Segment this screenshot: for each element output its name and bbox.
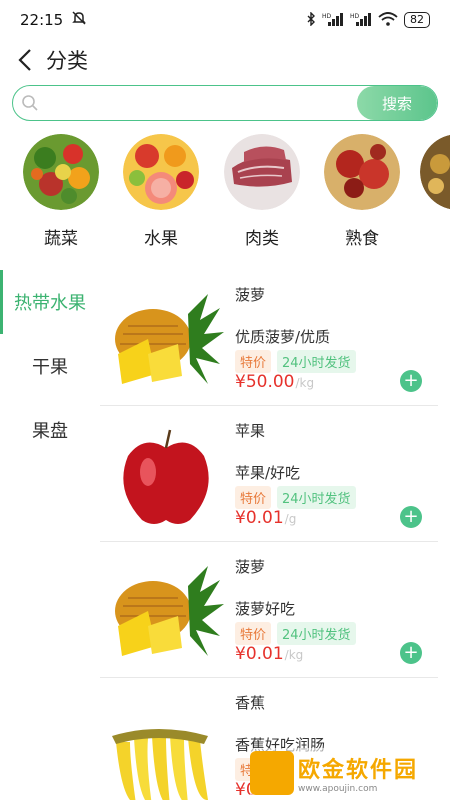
- side-nav-label: 果盘: [32, 421, 68, 442]
- special-price-tag: 特价: [235, 486, 272, 509]
- product-item[interactable]: 菠萝 优质菠萝/优质 特价 24小时发货 ¥50.00 /kg +: [100, 270, 438, 406]
- product-name: 苹果: [235, 422, 266, 440]
- bluetooth-icon: [306, 10, 316, 29]
- side-nav-label: 热带水果: [14, 293, 86, 314]
- product-item[interactable]: 苹果 苹果/好吃 特价 24小时发货 ¥0.01 /g +: [100, 406, 438, 542]
- more-category-image: [420, 134, 450, 210]
- product-price: ¥50.00: [235, 372, 295, 392]
- special-price-tag: 特价: [235, 350, 272, 373]
- product-description: 优质菠萝/优质: [235, 328, 331, 346]
- category-label: 肉类: [245, 229, 279, 249]
- side-nav-label: 干果: [32, 357, 68, 378]
- search-input[interactable]: [47, 86, 357, 120]
- product-name: 菠萝: [235, 286, 266, 304]
- product-unit: /g: [284, 512, 297, 526]
- page-title: 分类: [46, 49, 88, 73]
- product-item[interactable]: 菠萝 菠萝好吃 特价 24小时发货 ¥0.01 /kg +: [100, 542, 438, 678]
- status-bar: 22:15 HD HD 82: [0, 0, 450, 40]
- product-unit: /kg: [295, 376, 315, 390]
- category-more[interactable]: [418, 132, 450, 210]
- search-bar: 搜索: [12, 85, 438, 121]
- watermark-url: www.apoujin.com: [298, 784, 378, 794]
- shipping-tag: 24小时发货: [277, 486, 356, 509]
- shipping-tag: 24小时发货: [277, 350, 356, 373]
- side-nav-item-tropical-fruit[interactable]: 热带水果: [0, 270, 100, 334]
- category-fruits[interactable]: 水果: [121, 132, 201, 249]
- special-price-tag: 特价: [235, 622, 272, 645]
- page-header: 分类: [0, 40, 450, 80]
- product-description: 苹果/好吃: [235, 464, 301, 482]
- search-button[interactable]: 搜索: [357, 86, 437, 120]
- product-price: ¥0.01: [235, 644, 284, 664]
- category-vegetables[interactable]: 蔬菜: [21, 132, 101, 249]
- cooked-food-image: [324, 134, 400, 210]
- svg-text:HD: HD: [350, 13, 360, 20]
- category-meat[interactable]: 肉类: [222, 132, 302, 249]
- banana-image: [108, 692, 224, 800]
- product-description: 菠萝好吃: [235, 600, 296, 618]
- vegetables-image: [23, 134, 99, 210]
- add-to-cart-button[interactable]: +: [400, 642, 422, 664]
- watermark-name: 欧金软件园: [298, 758, 419, 783]
- watermark: 欧金软件园 www.apoujin.com: [250, 748, 446, 798]
- signal-icon-2: HD: [350, 12, 372, 29]
- category-cooked-food[interactable]: 熟食: [322, 132, 402, 249]
- category-strip: 蔬菜 水果 肉类 熟食: [0, 132, 450, 252]
- svg-text:HD: HD: [322, 13, 332, 20]
- category-label: 蔬菜: [44, 229, 78, 249]
- product-unit: /kg: [284, 648, 304, 662]
- product-name: 菠萝: [235, 558, 266, 576]
- mute-icon: [71, 10, 87, 30]
- category-label: 水果: [144, 229, 178, 249]
- category-label: 熟食: [345, 229, 379, 249]
- signal-icon-1: HD: [322, 12, 344, 29]
- battery-indicator: 82: [404, 12, 430, 28]
- search-icon: [13, 86, 47, 120]
- product-list: 菠萝 优质菠萝/优质 特价 24小时发货 ¥50.00 /kg + 苹果 苹果/…: [100, 270, 450, 800]
- pineapple-image: [108, 284, 224, 400]
- apple-image: [108, 420, 224, 536]
- watermark-logo-icon: [250, 751, 294, 795]
- back-arrow-icon[interactable]: [14, 46, 36, 74]
- add-to-cart-button[interactable]: +: [400, 370, 422, 392]
- side-nav: 热带水果 干果 果盘: [0, 270, 100, 462]
- product-name: 香蕉: [235, 694, 266, 712]
- add-to-cart-button[interactable]: +: [400, 506, 422, 528]
- fruits-image: [123, 134, 199, 210]
- side-nav-item-dried-fruit[interactable]: 干果: [0, 334, 100, 398]
- side-nav-item-fruit-platter[interactable]: 果盘: [0, 398, 100, 462]
- meat-image: [224, 134, 300, 210]
- status-time: 22:15: [20, 11, 64, 29]
- pineapple-image: [108, 556, 224, 672]
- shipping-tag: 24小时发货: [277, 622, 356, 645]
- product-price: ¥0.01: [235, 508, 284, 528]
- wifi-icon: [378, 11, 398, 29]
